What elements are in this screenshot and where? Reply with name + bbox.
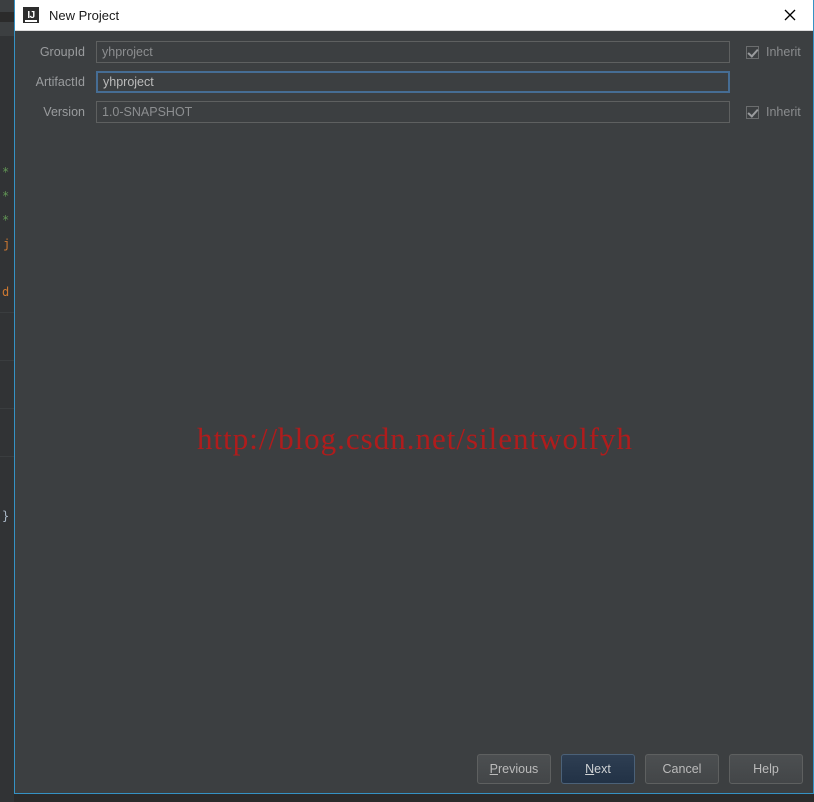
ide-toolbar-strip-dark [0,12,14,22]
next-button[interactable]: Next [561,754,635,784]
editor-divider [0,360,14,361]
editor-divider [0,312,14,313]
version-inherit-checkbox[interactable]: Inherit [746,105,801,119]
code-fragment: * [2,166,9,178]
dialog-body: GroupId Inherit ArtifactId Version Inher… [15,31,813,793]
cancel-label: Cancel [663,762,702,776]
editor-gutter [0,0,14,802]
cancel-button[interactable]: Cancel [645,754,719,784]
editor-divider [0,408,14,409]
dialog-titlebar: IJ New Project [15,0,813,31]
form-row-version: Version Inherit [15,101,814,123]
version-label: Version [21,105,85,119]
close-icon[interactable] [767,0,813,30]
dialog-title: New Project [49,8,119,23]
next-label-rest: ext [594,762,611,776]
groupid-inherit-checkbox[interactable]: Inherit [746,45,801,59]
code-fragment: d [2,286,9,298]
form-row-groupid: GroupId Inherit [15,41,814,63]
previous-label-rest: revious [498,762,538,776]
code-fragment: } [2,510,9,522]
artifactid-label: ArtifactId [21,75,85,89]
inherit-label: Inherit [766,105,801,119]
groupid-label: GroupId [21,45,85,59]
code-fragment: * [2,190,9,202]
help-button[interactable]: Help [729,754,803,784]
version-input[interactable] [96,101,730,123]
logo-text: IJ [27,10,34,21]
watermark-text: http://blog.csdn.net/silentwolfyh [15,421,814,457]
editor-divider [0,456,14,457]
code-fragment: * [2,214,9,226]
next-mnemonic: N [585,762,594,776]
form-row-artifactid: ArtifactId [15,71,814,93]
checkbox-icon[interactable] [746,106,759,119]
inherit-label: Inherit [766,45,801,59]
code-fragment: j [3,238,10,250]
previous-button[interactable]: Previous [477,754,551,784]
dialog-button-bar: Previous Next Cancel Help [15,754,814,784]
intellij-logo-icon: IJ [23,7,39,23]
screen: * * * j d } r IJ New Project GroupId [0,0,814,802]
previous-mnemonic: P [490,762,498,776]
artifactid-input[interactable] [96,71,730,93]
new-project-dialog: IJ New Project GroupId Inherit [14,0,814,794]
checkbox-icon[interactable] [746,46,759,59]
help-label: Help [753,762,779,776]
groupid-input[interactable] [96,41,730,63]
